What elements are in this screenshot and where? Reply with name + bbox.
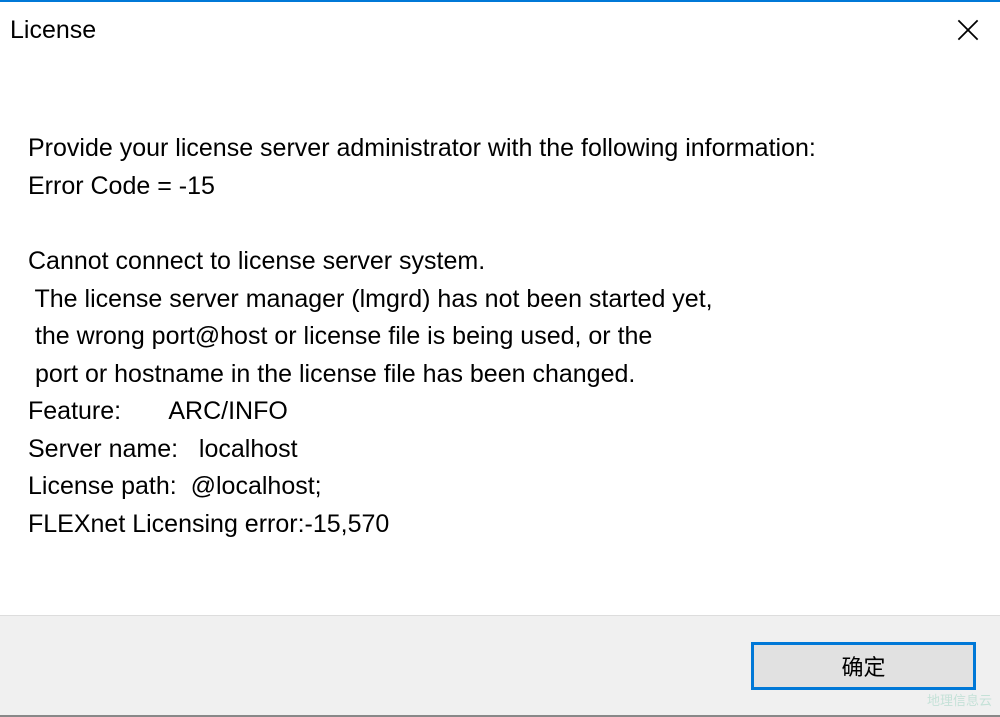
blank-line (28, 205, 972, 243)
message-line-1: Cannot connect to license server system. (28, 243, 972, 281)
message-line-2: The license server manager (lmgrd) has n… (28, 281, 972, 319)
titlebar: License (0, 2, 1000, 58)
message-line-3: the wrong port@host or license file is b… (28, 318, 972, 356)
dialog-window: License Provide your license server admi… (0, 0, 1000, 717)
window-title: License (10, 16, 96, 45)
feature-value: ARC/INFO (168, 397, 287, 425)
close-button[interactable] (938, 5, 998, 55)
intro-text: Provide your license server administrato… (28, 130, 972, 168)
license-path-line: License path: @localhost; (28, 468, 972, 506)
server-value: localhost (199, 435, 298, 463)
license-path-label: License path: (28, 472, 191, 500)
ok-button[interactable]: 确定 (751, 642, 976, 690)
license-path-value: @localhost; (191, 472, 322, 500)
dialog-content: Provide your license server administrato… (0, 58, 1000, 615)
close-icon (957, 19, 979, 41)
error-code-line: Error Code = -15 (28, 168, 972, 206)
feature-label: Feature: (28, 397, 168, 425)
feature-line: Feature: ARC/INFO (28, 393, 972, 431)
flexnet-error-value: -15,570 (305, 510, 390, 538)
flexnet-error-line: FLEXnet Licensing error:-15,570 (28, 506, 972, 544)
server-line: Server name: localhost (28, 431, 972, 469)
server-label: Server name: (28, 435, 199, 463)
dialog-footer: 确定 地理信息云 (0, 615, 1000, 715)
error-code-value: -15 (179, 172, 215, 200)
message-line-4: port or hostname in the license file has… (28, 356, 972, 394)
watermark-text: 地理信息云 (927, 690, 992, 709)
error-code-label: Error Code = (28, 172, 179, 200)
flexnet-error-label: FLEXnet Licensing error: (28, 510, 305, 538)
